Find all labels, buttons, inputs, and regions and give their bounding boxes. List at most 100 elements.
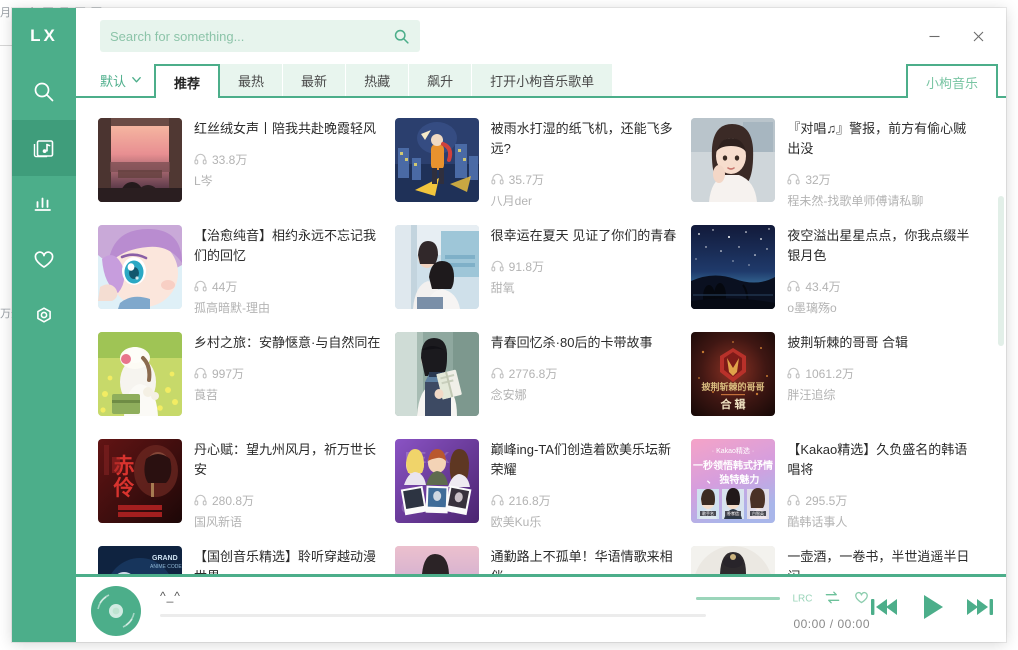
playlist-title[interactable]: 『对唱♫』警报，前方有偷心贼出没 <box>787 119 974 159</box>
playlist-title[interactable]: 【Kakao精选】久负盛名的韩语唱将 <box>787 440 974 480</box>
search-icon <box>31 79 57 105</box>
close-button[interactable] <box>956 19 1000 53</box>
playlist-cover[interactable]: · Kakao精选 · 一秒领悟韩式抒情 、 独特魅力 歌手名 <box>691 439 775 523</box>
play-count: 2776.8万 <box>509 365 558 382</box>
playlist-grid-area[interactable]: 红丝绒女声丨陪我共赴晚霞轻风33.8万L岑 被雨水打湿的纸飞机，还能飞多远?35… <box>76 100 1006 574</box>
next-icon[interactable] <box>964 594 996 620</box>
chevron-down-icon <box>131 73 142 88</box>
playlist-meta: 【治愈纯音】相约永远不忘记我们的回忆44万孤高暗默-理由 <box>194 225 381 316</box>
playlist-card[interactable]: 被雨水打湿的纸飞机，还能飞多远?35.7万八月der <box>395 110 692 217</box>
sidebar-item-favorites[interactable] <box>12 232 76 288</box>
tab-source-xiaogou[interactable]: 小枸音乐 <box>906 64 998 98</box>
playlist-cover[interactable] <box>691 546 775 574</box>
playlist-card[interactable]: 通勤路上不孤单！华语情歌来相伴 <box>395 538 692 574</box>
sidebar-item-ranking[interactable] <box>12 176 76 232</box>
playlist-card[interactable]: 很幸运在夏天 见证了你们的青春91.8万甜氧 <box>395 217 692 324</box>
playlist-cover[interactable] <box>395 546 479 574</box>
svg-text:一秒领悟韩式抒情: 一秒领悟韩式抒情 <box>693 459 773 472</box>
tabs-container: 推荐最热最新热藏飙升打开小枸音乐歌单 <box>154 64 613 96</box>
svg-text:朴孝信: 朴孝信 <box>727 510 739 516</box>
playlist-title[interactable]: 很幸运在夏天 见证了你们的青春 <box>491 226 678 246</box>
playlist-cover[interactable]: GRAND ANIME CODE <box>98 546 182 574</box>
playlist-card[interactable]: 【治愈纯音】相约永远不忘记我们的回忆44万孤高暗默-理由 <box>98 217 395 324</box>
playlist-card[interactable]: GRAND ANIME CODE 【国创音乐精选】聆听穿越动漫世界 <box>98 538 395 574</box>
playlist-cover[interactable]: 赤 伶 <box>98 439 182 523</box>
playlist-cover[interactable]: 披荆斩棘的哥哥 合 辑 <box>691 332 775 416</box>
play-icon[interactable] <box>916 591 948 623</box>
tab-4[interactable]: 飙升 <box>409 64 472 96</box>
previous-icon[interactable] <box>868 594 900 620</box>
playlist-title[interactable]: 通勤路上不孤单！华语情歌来相伴 <box>491 547 678 574</box>
playlist-cover[interactable] <box>691 225 775 309</box>
tab-5[interactable]: 打开小枸音乐歌单 <box>472 64 613 96</box>
playlist-title[interactable]: 披荆斩棘的哥哥 合辑 <box>787 333 974 353</box>
repeat-icon[interactable] <box>824 589 841 606</box>
progress-slider[interactable] <box>160 614 706 617</box>
playlist-meta: 一壶酒，一卷书，半世逍遥半日闲 <box>787 546 974 574</box>
search-input[interactable] <box>100 29 393 44</box>
playlist-meta: 披荆斩棘的哥哥 合辑1061.2万胖汪追综 <box>787 332 974 423</box>
playlist-cover[interactable] <box>691 118 775 202</box>
playlist-title[interactable]: 一壶酒，一卷书，半世逍遥半日闲 <box>787 547 974 574</box>
playlist-cover[interactable] <box>395 332 479 416</box>
playlist-title[interactable]: 夜空溢出星星点点，你我点缀半银月色 <box>787 226 974 266</box>
tab-2[interactable]: 最新 <box>283 64 346 96</box>
album-disc[interactable] <box>90 585 142 637</box>
playlist-title[interactable]: 【国创音乐精选】聆听穿越动漫世界 <box>194 547 381 574</box>
tab-3[interactable]: 热藏 <box>346 64 409 96</box>
play-count-row: 1061.2万 <box>787 365 974 382</box>
playlist-title[interactable]: 被雨水打湿的纸飞机，还能飞多远? <box>491 119 678 159</box>
sidebar-item-settings[interactable] <box>12 288 76 344</box>
svg-text:· Kakao精选 ·: · Kakao精选 · <box>712 446 754 455</box>
list-scrollbar[interactable] <box>998 196 1004 574</box>
playlist-card[interactable]: 夜空溢出星星点点，你我点缀半银月色43.4万o墨璃殇o <box>691 217 988 324</box>
playlist-cover[interactable] <box>395 225 479 309</box>
playlist-card[interactable]: 乡村之旅：安静惬意·与自然同在997万莨苕 <box>98 324 395 431</box>
player-bar: ^_^ LRC 0 <box>76 574 1006 642</box>
playlist-cover[interactable] <box>395 118 479 202</box>
playlist-title[interactable]: 丹心赋：望九州风月，祈万世长安 <box>194 440 381 480</box>
playlist-card[interactable]: PEAK GLORY 巅峰ing-TA们创造着欧美乐坛新荣耀216.8万欧美K <box>395 431 692 538</box>
playlist-title[interactable]: 巅峰ing-TA们创造着欧美乐坛新荣耀 <box>491 440 678 480</box>
play-count-row: 295.5万 <box>787 492 974 509</box>
sidebar-item-songlist[interactable] <box>12 120 76 176</box>
playlist-author: 孤高暗默-理由 <box>194 299 381 316</box>
playlist-title[interactable]: 红丝绒女声丨陪我共赴晚霞轻风 <box>194 119 381 139</box>
lrc-icon[interactable]: LRC <box>792 590 812 606</box>
playlist-card[interactable]: 青春回忆杀·80后的卡带故事 2776.8万念安娜 <box>395 324 692 431</box>
playlist-meta: 红丝绒女声丨陪我共赴晚霞轻风33.8万L岑 <box>194 118 381 209</box>
svg-text:披荆斩棘的哥哥: 披荆斩棘的哥哥 <box>702 381 765 392</box>
tab-1[interactable]: 最热 <box>220 64 283 96</box>
volume-fill <box>696 597 780 600</box>
playlist-author: 八月der <box>491 192 678 209</box>
playlist-cover[interactable]: PEAK GLORY <box>395 439 479 523</box>
playlist-cover[interactable] <box>98 118 182 202</box>
transport-controls <box>868 591 996 623</box>
playlist-author: 念安娜 <box>491 386 678 403</box>
playlist-card[interactable]: 赤 伶 丹心赋：望九州风月，祈万世长安280.8万国风新语 <box>98 431 395 538</box>
list-scrollbar-thumb[interactable] <box>998 196 1004 346</box>
playlist-card[interactable]: 一壶酒，一卷书，半世逍遥半日闲 <box>691 538 988 574</box>
app-window: LX <box>12 8 1006 642</box>
tab-0[interactable]: 推荐 <box>154 64 220 98</box>
sort-dropdown[interactable]: 默认 <box>76 64 154 96</box>
search-box[interactable] <box>100 20 420 52</box>
playlist-title[interactable]: 【治愈纯音】相约永远不忘记我们的回忆 <box>194 226 381 266</box>
playlist-title[interactable]: 乡村之旅：安静惬意·与自然同在 <box>194 333 381 353</box>
playlist-author: 甜氧 <box>491 279 678 296</box>
play-count: 997万 <box>212 365 244 382</box>
minimize-button[interactable] <box>912 19 956 53</box>
volume-slider[interactable] <box>696 597 780 600</box>
svg-text:LRC: LRC <box>792 593 812 604</box>
playlist-card[interactable]: 红丝绒女声丨陪我共赴晚霞轻风33.8万L岑 <box>98 110 395 217</box>
music-square-icon <box>31 135 57 161</box>
sidebar-item-search[interactable] <box>12 64 76 120</box>
playlist-cover[interactable] <box>98 225 182 309</box>
search-icon[interactable] <box>393 28 420 45</box>
playlist-card[interactable]: · Kakao精选 · 一秒领悟韩式抒情 、 独特魅力 歌手名 <box>691 431 988 538</box>
playlist-card[interactable]: 『对唱♫』警报，前方有偷心贼出没32万程未然-找歌单师傅请私聊 <box>691 110 988 217</box>
headphone-icon <box>194 279 207 295</box>
playlist-title[interactable]: 青春回忆杀·80后的卡带故事 <box>491 333 678 353</box>
playlist-cover[interactable] <box>98 332 182 416</box>
playlist-card[interactable]: 披荆斩棘的哥哥 合 辑披荆斩棘的哥哥 合辑1061.2万胖汪追综 <box>691 324 988 431</box>
